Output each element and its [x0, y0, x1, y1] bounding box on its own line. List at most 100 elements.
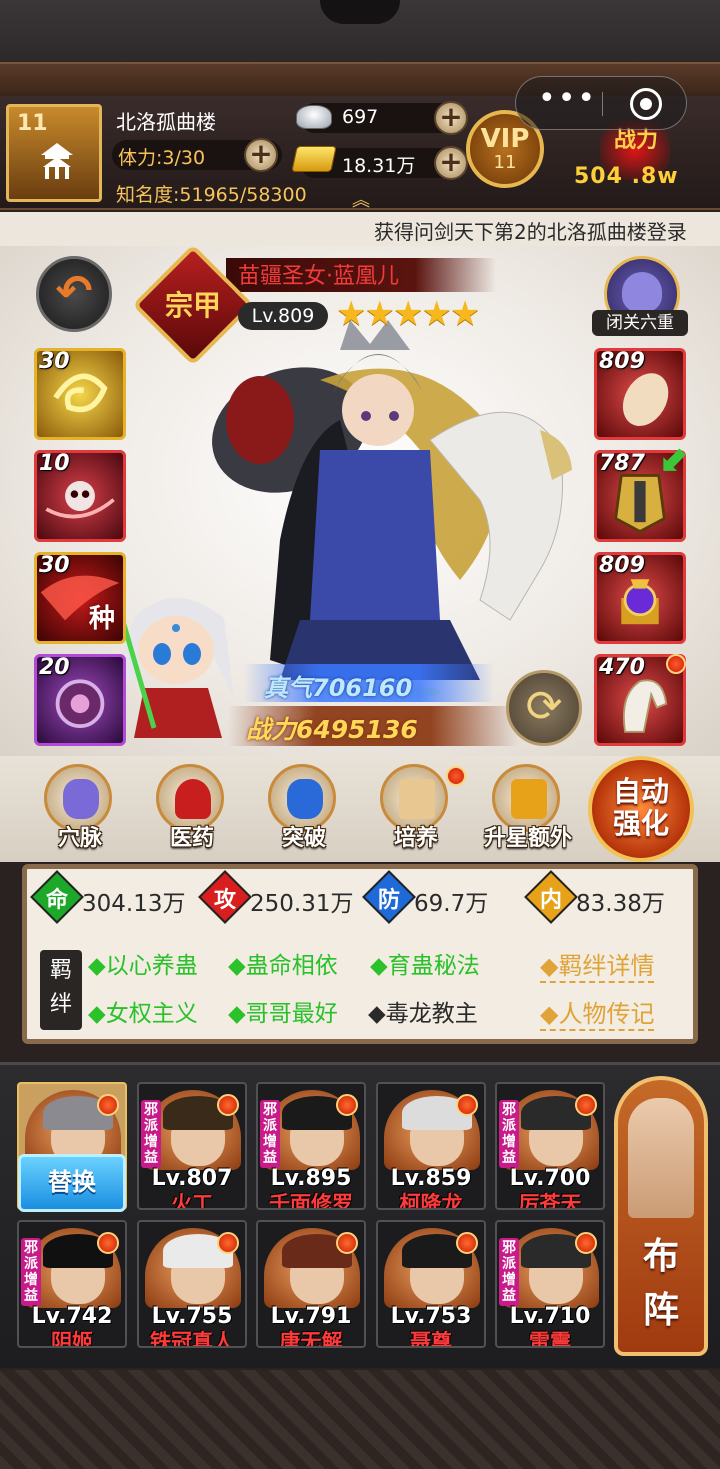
player-name: 北洛孤曲楼	[116, 110, 216, 134]
hero-card[interactable]: Lv.859 柯降龙	[376, 1082, 486, 1210]
hero-card-name: 铁冠真人	[150, 1330, 234, 1348]
sect-bonus-tag: 邪派增益	[141, 1100, 161, 1168]
notification-dot	[217, 1094, 239, 1116]
formation-line2: 阵	[642, 1290, 679, 1331]
hero-card[interactable]: 邪派增益 Lv.807 火工	[137, 1082, 247, 1210]
formation-art	[628, 1098, 694, 1218]
notification-dot	[97, 1094, 119, 1116]
function-medicine[interactable]: 医药	[142, 760, 242, 856]
total-power-value: 504 .8w	[574, 164, 679, 189]
notification-dot	[336, 1232, 358, 1254]
hero-qi: 真气706160	[264, 674, 413, 702]
function-breakthrough[interactable]: 突破	[254, 760, 354, 856]
stat-char: 防	[377, 888, 400, 913]
function-meridian[interactable]: 穴脉	[30, 760, 130, 856]
stat-value: 69.7万	[414, 891, 489, 917]
bond-tag-line2: 绊	[49, 992, 72, 1017]
fame-value: 知名度:51965/58300	[116, 184, 307, 206]
sect-bonus-tag: 邪派增益	[260, 1100, 280, 1168]
hero-card-name: 唐无解	[279, 1330, 343, 1348]
skill-level: 30	[39, 553, 70, 578]
add-silver-button[interactable]: +	[434, 101, 468, 135]
function-label: 升星额外	[483, 826, 572, 851]
hero-card-name: 雷震	[529, 1330, 571, 1348]
hero-card[interactable]: 邪派增益 Lv.710 雷震	[495, 1220, 605, 1348]
sect-bonus-tag: 邪派增益	[499, 1238, 519, 1306]
target-icon[interactable]	[630, 88, 662, 120]
stat-char: 内	[539, 888, 562, 913]
bond-item: ◆毒龙教主	[368, 1001, 478, 1027]
vip-level: 11	[493, 152, 517, 173]
formation-button[interactable]: 布阵	[614, 1076, 708, 1356]
hero-card[interactable]: 邪派增益 Lv.742 阴姬	[17, 1220, 127, 1348]
notification-dot	[217, 1232, 239, 1254]
bond-tag-line1: 羁	[49, 958, 72, 983]
equipment-level: 470	[599, 655, 645, 680]
function-label: 突破	[281, 826, 326, 851]
hero-card[interactable]: Lv.755 铁冠真人	[137, 1220, 247, 1348]
equipment-level: 787	[599, 451, 645, 476]
back-button[interactable]: ↶	[36, 256, 112, 332]
notification-dot	[97, 1232, 119, 1254]
meditation-label: 闭关六重	[592, 310, 688, 336]
notification-dot	[446, 766, 466, 786]
skill-slot-2[interactable]: 10	[34, 450, 126, 542]
skill-level: 10	[39, 451, 70, 476]
auto-enhance-line1: 自动	[612, 775, 669, 808]
hero-card-name: 阴姬	[51, 1330, 93, 1348]
add-stamina-button[interactable]: +	[244, 138, 278, 172]
add-gold-button[interactable]: +	[434, 146, 468, 180]
hero-biography-link[interactable]: ◆人物传记	[540, 994, 655, 1031]
function-star-extra[interactable]: 升星额外	[478, 760, 578, 856]
upgrade-arrow-icon: ⬋	[660, 438, 691, 479]
footer-decoration	[0, 1370, 720, 1469]
chevron-up-double-icon[interactable]: ︽	[352, 186, 370, 212]
stat-value: 83.38万	[576, 891, 665, 917]
hero-card-name: 火工	[171, 1192, 213, 1210]
replace-button[interactable]: 替换	[18, 1154, 126, 1212]
skill-char: 种	[88, 604, 115, 634]
function-label: 医药	[169, 826, 214, 851]
roof-ornament	[320, 0, 400, 24]
miniprogram-capsule: •••	[515, 76, 687, 130]
hero-card[interactable]: Lv.791 唐无解	[256, 1220, 366, 1348]
hero-card-name: 千面修罗	[269, 1192, 353, 1210]
silver-amount: 697	[342, 106, 379, 128]
equipment-level: 809	[599, 349, 645, 374]
bond-item: ◆女权主义	[88, 1001, 198, 1027]
hero-card-name: 柯降龙	[399, 1192, 463, 1210]
equipment-slot-3[interactable]: 809	[594, 552, 686, 644]
stat-value: 304.13万	[82, 891, 186, 917]
skill-slot-1[interactable]: 30	[34, 348, 126, 440]
bond-detail-link[interactable]: ◆羁绊详情	[540, 946, 655, 983]
hero-power: 战力6495136	[246, 715, 418, 744]
hero-card[interactable]: 邪派增益 Lv.700 厉苍天	[495, 1082, 605, 1210]
refresh-icon[interactable]: ⟳	[506, 670, 582, 746]
auto-enhance-button[interactable]: 自动 强化	[588, 756, 694, 862]
function-label: 培养	[393, 826, 438, 851]
bond-item: ◆以心养蛊	[88, 953, 198, 979]
hero-card[interactable]: 邪派增益 Lv.895 千面修罗	[256, 1082, 366, 1210]
player-level-badge[interactable]: 11	[6, 104, 102, 202]
bond-item: ◆蛊命相依	[228, 953, 338, 979]
notification-dot	[336, 1094, 358, 1116]
notification-dot	[456, 1094, 478, 1116]
announcement-text: 获得问剑天下第2的北洛孤曲楼登录	[374, 220, 687, 244]
skill-slot-3[interactable]: 30 种	[34, 552, 126, 644]
formation-line1: 布	[642, 1236, 679, 1277]
star-rating-icon: ★★★★★	[336, 294, 480, 334]
skill-slot-4[interactable]: 20	[34, 654, 126, 746]
hero-name: 苗疆圣女·蓝凰儿	[238, 264, 399, 289]
skill-level: 30	[39, 349, 70, 374]
meditation-figure-icon	[622, 272, 662, 312]
hero-card[interactable]: Lv.753 聂尊	[376, 1220, 486, 1348]
bond-item: ◆哥哥最好	[228, 1001, 338, 1027]
auto-enhance-line2: 强化	[612, 807, 669, 840]
hero-card-name: 厉苍天	[518, 1192, 582, 1210]
equipment-slot-1[interactable]: 809	[594, 348, 686, 440]
more-menu-button[interactable]: •••	[538, 81, 597, 116]
pagoda-icon	[41, 143, 73, 179]
function-label: 穴脉	[57, 826, 102, 851]
notification-dot	[575, 1094, 597, 1116]
stat-char: 攻	[213, 888, 236, 913]
